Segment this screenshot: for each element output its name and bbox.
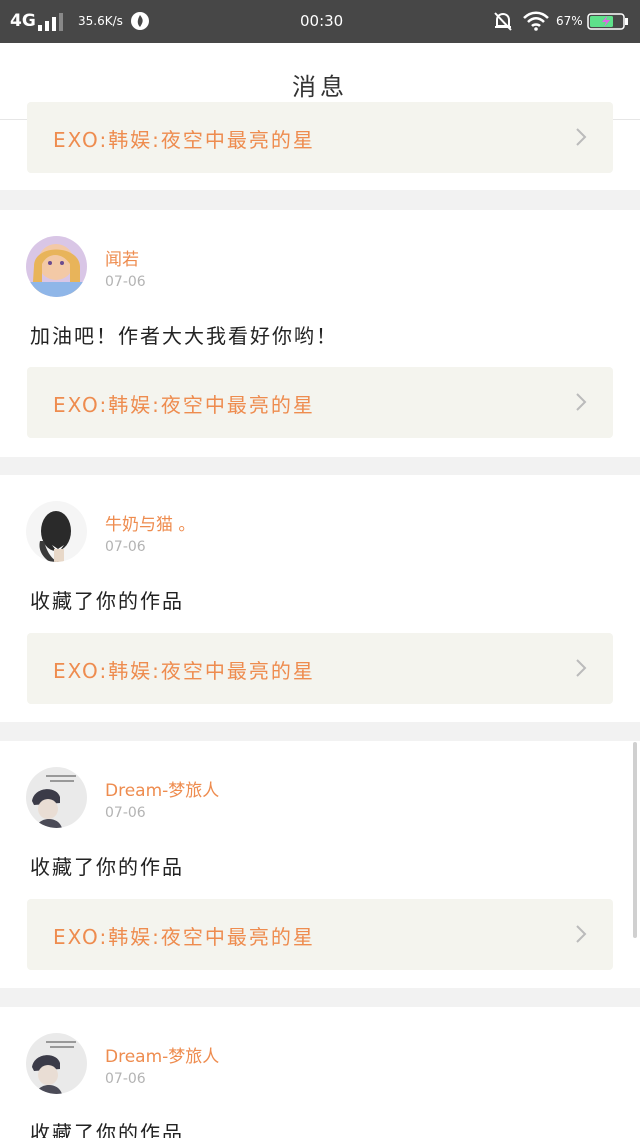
work-title: EXO:韩娱:夜空中最亮的星	[53, 659, 315, 683]
work-link[interactable]: EXO:韩娱:夜空中最亮的星	[27, 633, 613, 704]
work-title: EXO:韩娱:夜空中最亮的星	[53, 393, 315, 417]
message-card: 闻若 07-06 加油吧！作者大大我看好你哟！ EXO:韩娱:夜空中最亮的星	[0, 210, 640, 457]
message-card: EXO:韩娱:夜空中最亮的星	[0, 102, 640, 190]
avatar-image	[26, 236, 87, 297]
chevron-right-icon	[576, 925, 587, 943]
work-link[interactable]: EXO:韩娱:夜空中最亮的星	[27, 367, 613, 438]
flame-icon	[131, 12, 149, 30]
message-card: 牛奶与猫 。 07-06 收藏了你的作品 EXO:韩娱:夜空中最亮的星	[0, 475, 640, 722]
user-name[interactable]: Dream-梦旅人	[105, 776, 219, 801]
work-title: EXO:韩娱:夜空中最亮的星	[53, 128, 315, 152]
clock: 00:30	[300, 12, 344, 30]
chevron-right-icon	[576, 659, 587, 677]
avatar[interactable]	[26, 1033, 87, 1094]
user-name[interactable]: 闻若	[105, 245, 139, 270]
user-name[interactable]: Dream-梦旅人	[105, 1042, 219, 1067]
avatar-image	[26, 767, 87, 828]
work-title: EXO:韩娱:夜空中最亮的星	[53, 925, 315, 949]
page-title: 消息	[292, 73, 348, 101]
scroll-indicator[interactable]	[633, 742, 637, 938]
bell-off-icon	[494, 12, 512, 31]
message-card: Dream-梦旅人 07-06 收藏了你的作品 EXO:韩娱:夜空中最亮的星	[0, 741, 640, 988]
message-card: Dream-梦旅人 07-06 收藏了你的作品	[0, 1007, 640, 1138]
network-type: 4G	[10, 11, 36, 31]
message-text: 收藏了你的作品	[30, 855, 184, 879]
avatar[interactable]	[26, 501, 87, 562]
status-bar: 4G 35.6K/s 00:30 67%	[0, 0, 640, 43]
network-speed: 35.6K/s	[78, 14, 123, 28]
work-link[interactable]: EXO:韩娱:夜空中最亮的星	[27, 899, 613, 970]
work-link[interactable]: EXO:韩娱:夜空中最亮的星	[27, 102, 613, 173]
battery-level: 67%	[556, 14, 583, 28]
message-date: 07-06	[105, 274, 146, 290]
message-text: 加油吧！作者大大我看好你哟！	[30, 324, 338, 348]
message-text: 收藏了你的作品	[30, 589, 184, 613]
message-date: 07-06	[105, 1071, 146, 1087]
avatar-image	[26, 1033, 87, 1094]
user-name[interactable]: 牛奶与猫 。	[105, 510, 195, 535]
avatar[interactable]	[26, 767, 87, 828]
message-date: 07-06	[105, 539, 146, 555]
message-date: 07-06	[105, 805, 146, 821]
chevron-right-icon	[576, 128, 587, 146]
signal-icon	[38, 13, 63, 31]
wifi-icon	[523, 11, 549, 31]
avatar-image	[26, 501, 87, 562]
avatar[interactable]	[26, 236, 87, 297]
chevron-right-icon	[576, 393, 587, 411]
battery-charging-icon	[587, 13, 628, 30]
message-text: 收藏了你的作品	[30, 1121, 184, 1138]
